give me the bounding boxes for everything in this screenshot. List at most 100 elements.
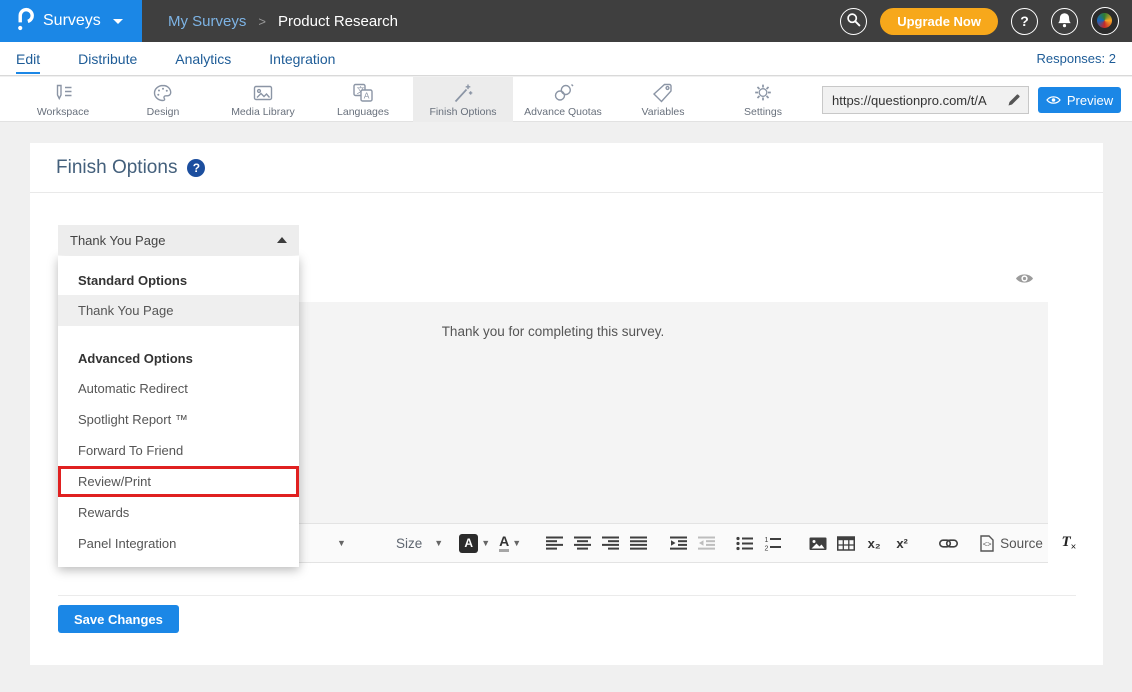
align-left-icon <box>546 536 563 550</box>
finish-options-panel: Finish Options ? Thank you for completin… <box>30 143 1103 665</box>
bell-icon <box>1057 12 1072 31</box>
workspace-icon <box>52 82 74 104</box>
page: Surveys My Surveys > Product Research Up… <box>0 0 1132 692</box>
align-left-button[interactable] <box>542 530 566 556</box>
search-button[interactable] <box>840 8 867 35</box>
dropdown-group-advanced: Advanced Options <box>58 344 299 373</box>
table-button[interactable] <box>834 530 858 556</box>
svg-text:<>: <> <box>983 539 992 548</box>
preview-button[interactable]: Preview <box>1038 87 1121 113</box>
caret-down-icon <box>113 19 123 24</box>
eye-icon <box>1046 93 1061 108</box>
decrease-indent-button[interactable] <box>694 530 718 556</box>
svg-text:A: A <box>364 91 370 101</box>
align-right-button[interactable] <box>598 530 622 556</box>
superscript-icon: x² <box>896 536 908 551</box>
save-changes-button[interactable]: Save Changes <box>58 605 179 633</box>
panel-header: Finish Options ? <box>30 143 1103 193</box>
media-library-icon <box>252 82 274 104</box>
justify-button[interactable] <box>626 530 650 556</box>
responses-count[interactable]: Responses: 2 <box>1037 51 1117 66</box>
background-color-button[interactable]: A ▼ <box>459 530 490 556</box>
option-thank-you-page[interactable]: Thank You Page <box>58 295 299 326</box>
tab-distribute[interactable]: Distribute <box>78 43 137 74</box>
option-rewards[interactable]: Rewards <box>58 497 299 528</box>
breadcrumb-my-surveys[interactable]: My Surveys <box>168 13 246 30</box>
avatar[interactable] <box>1091 7 1119 35</box>
toolbar-item-workspace[interactable]: Workspace <box>13 77 113 122</box>
chevron-down-icon: ▼ <box>434 538 443 548</box>
settings-icon <box>752 82 774 104</box>
dropdown-gap <box>58 326 299 344</box>
chevron-down-icon: ▼ <box>481 538 490 548</box>
survey-url-value[interactable]: https://questionpro.com/t/A <box>823 93 1000 108</box>
increase-indent-icon <box>670 536 687 550</box>
justify-icon <box>630 536 647 550</box>
numbered-list-icon: 12 <box>764 536 781 551</box>
svg-text:1: 1 <box>764 537 768 544</box>
upgrade-now-button[interactable]: Upgrade Now <box>880 8 998 35</box>
divider <box>58 595 1076 596</box>
subscript-button[interactable]: x₂ <box>862 530 886 556</box>
superscript-button[interactable]: x² <box>890 530 914 556</box>
help-badge-icon[interactable]: ? <box>187 159 205 177</box>
tab-integration[interactable]: Integration <box>269 43 335 74</box>
breadcrumb-separator: > <box>258 14 266 29</box>
table-icon <box>837 536 855 551</box>
chevron-down-icon: ▼ <box>512 538 521 548</box>
bg-color-icon: A <box>459 534 478 553</box>
bulleted-list-button[interactable] <box>732 530 756 556</box>
selected-option: Thank You Page <box>70 233 165 248</box>
source-button[interactable]: <> Source <box>980 535 1043 552</box>
dropdown-group-standard: Standard Options <box>58 266 299 295</box>
tab-edit[interactable]: Edit <box>16 43 40 74</box>
toolbar-item-media-library[interactable]: Media Library <box>213 77 313 122</box>
topbar-actions: Upgrade Now ? <box>840 7 1132 35</box>
size-dropdown[interactable]: Size ▼ <box>396 536 443 551</box>
option-panel-integration[interactable]: Panel Integration <box>58 528 299 559</box>
link-icon <box>939 537 958 550</box>
languages-icon: 文 A <box>352 82 374 104</box>
font-dropdown-arrow[interactable]: ▼ <box>328 530 352 556</box>
product-switcher[interactable]: Surveys <box>0 0 142 42</box>
finish-option-select[interactable]: Thank You Page <box>58 225 299 255</box>
source-icon: <> <box>980 535 994 552</box>
option-review-print[interactable]: Review/Print <box>58 466 299 497</box>
align-center-icon <box>574 536 591 550</box>
subscript-icon: x₂ <box>868 536 881 551</box>
increase-indent-button[interactable] <box>666 530 690 556</box>
image-button[interactable] <box>806 530 830 556</box>
text-color-button[interactable]: A ▼ <box>498 530 522 556</box>
image-icon <box>809 536 827 551</box>
option-spotlight-report[interactable]: Spotlight Report ™ <box>58 404 299 435</box>
chevron-down-icon: ▼ <box>337 538 346 548</box>
help-icon: ? <box>1020 13 1029 29</box>
design-icon <box>152 82 174 104</box>
variables-icon <box>652 82 674 104</box>
advance-quotas-icon <box>552 82 574 104</box>
option-automatic-redirect[interactable]: Automatic Redirect <box>58 373 299 404</box>
toolbar-item-variables[interactable]: Variables <box>613 77 713 122</box>
option-forward-to-friend[interactable]: Forward To Friend <box>58 435 299 466</box>
toolbar-item-finish-options[interactable]: Finish Options <box>413 77 513 122</box>
help-button[interactable]: ? <box>1011 8 1038 35</box>
pencil-icon[interactable] <box>1000 93 1028 107</box>
decrease-indent-icon <box>698 536 715 550</box>
numbered-list-button[interactable]: 12 <box>760 530 784 556</box>
eye-icon[interactable] <box>1015 272 1034 290</box>
toolbar-item-languages[interactable]: 文 A Languages <box>313 77 413 122</box>
bulleted-list-icon <box>736 536 753 551</box>
notifications-button[interactable] <box>1051 8 1078 35</box>
search-icon <box>846 12 861 30</box>
link-button[interactable] <box>936 530 960 556</box>
remove-format-button[interactable]: T× <box>1057 530 1081 556</box>
align-center-button[interactable] <box>570 530 594 556</box>
toolbar-item-settings[interactable]: Settings <box>713 77 813 122</box>
breadcrumb-current-survey: Product Research <box>278 13 398 30</box>
breadcrumb: My Surveys > Product Research <box>168 13 398 30</box>
toolbar-item-design[interactable]: Design <box>113 77 213 122</box>
tab-analytics[interactable]: Analytics <box>175 43 231 74</box>
survey-url-field[interactable]: https://questionpro.com/t/A <box>822 86 1029 114</box>
remove-format-icon: T× <box>1061 534 1076 553</box>
toolbar-item-advance-quotas[interactable]: Advance Quotas <box>513 77 613 122</box>
